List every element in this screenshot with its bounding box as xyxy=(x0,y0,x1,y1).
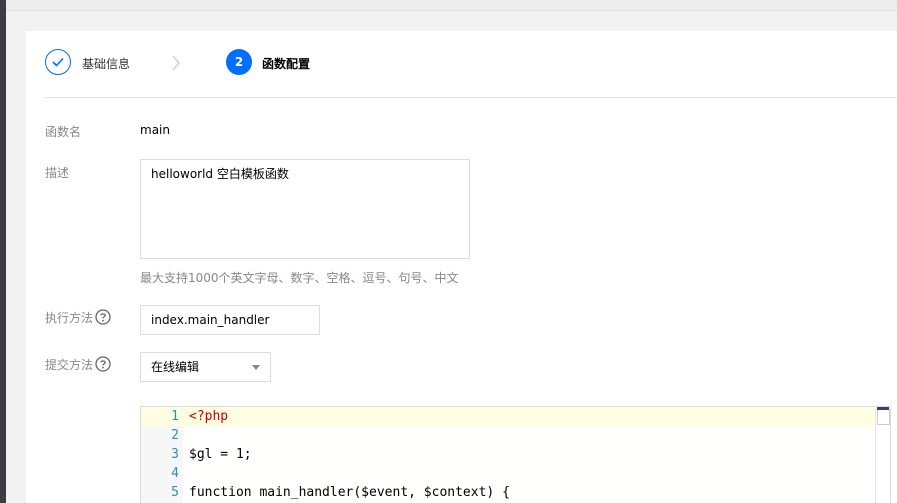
editor-scrollbar[interactable] xyxy=(875,407,890,503)
line-number: 3 xyxy=(171,447,179,462)
submit-method-label-row: 提交方法 xyxy=(45,356,111,375)
handler-label-row: 执行方法 xyxy=(45,309,111,328)
top-bar xyxy=(6,0,897,11)
handler-label: 执行方法 xyxy=(45,311,94,325)
submit-method-value: 在线编辑 xyxy=(151,360,200,374)
line-number: 4 xyxy=(171,466,179,481)
chevron-right-icon xyxy=(171,55,181,74)
submit-method-label: 提交方法 xyxy=(45,358,94,372)
app-side-strip xyxy=(0,0,6,503)
scrollbar-marker xyxy=(877,407,889,410)
line-number: 2 xyxy=(171,428,179,443)
function-name-label: 函数名 xyxy=(45,125,82,139)
step2-number: 2 xyxy=(226,49,252,75)
editor-line: 4 xyxy=(141,464,890,483)
description-textarea[interactable]: helloworld 空白模板函数 xyxy=(140,159,470,259)
caret-down-icon xyxy=(252,365,260,370)
question-circle-icon[interactable] xyxy=(95,356,111,375)
step1-check-icon xyxy=(45,49,71,75)
line-number: 1 xyxy=(171,409,179,424)
line-number: 5 xyxy=(171,485,179,500)
question-circle-icon[interactable] xyxy=(95,309,111,328)
description-label: 描述 xyxy=(45,166,70,180)
submit-method-select[interactable]: 在线编辑 xyxy=(140,352,271,382)
editor-line: 5 function main_handler($event, $context… xyxy=(141,483,890,502)
divider xyxy=(45,97,897,98)
code-editor[interactable]: 1 <?php 2 3 $gl = 1; 4 5 function main_h… xyxy=(140,406,891,503)
description-hint: 最大支持1000个英文字母、数字、空格、逗号、句号、中文 xyxy=(140,271,459,285)
code-line: $gl = 1; xyxy=(189,447,252,462)
function-name-value: main xyxy=(140,123,170,137)
code-line: function main_handler($event, $context) … xyxy=(189,485,510,500)
code-line: <?php xyxy=(189,409,229,424)
step2-label: 函数配置 xyxy=(262,57,311,71)
editor-line: 1 <?php xyxy=(141,407,890,426)
scrollbar-thumb[interactable] xyxy=(877,409,890,425)
step1-label[interactable]: 基础信息 xyxy=(82,55,130,72)
editor-line: 3 $gl = 1; xyxy=(141,445,890,464)
editor-line: 2 xyxy=(141,426,890,445)
handler-input[interactable]: index.main_handler xyxy=(140,305,320,335)
